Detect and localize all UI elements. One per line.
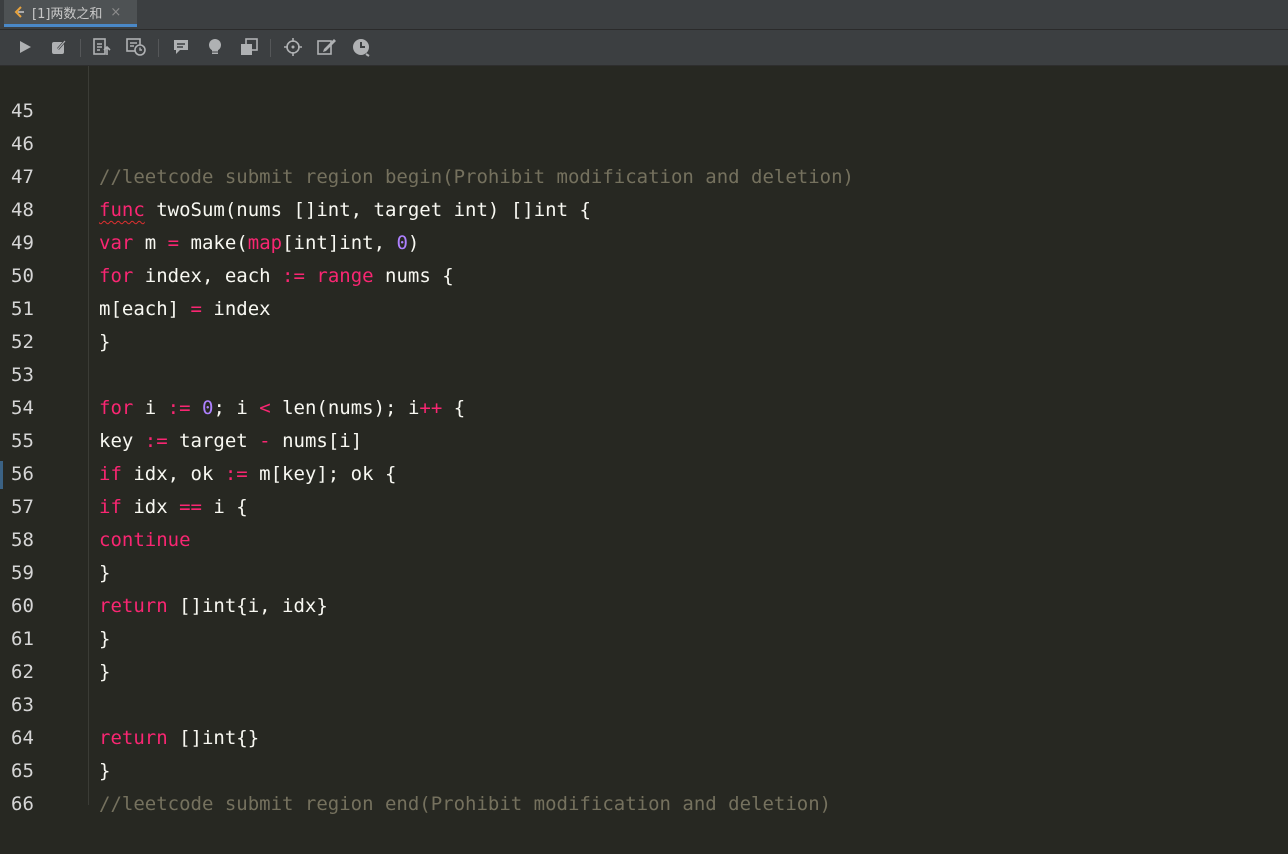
code-line: 61 } [0, 590, 1288, 683]
solution-icon[interactable] [238, 37, 260, 57]
note-icon[interactable] [316, 37, 338, 57]
code-line: 63 return []int{} [0, 656, 1288, 749]
tab-title: [1]两数之和 [32, 6, 103, 22]
toolbar [0, 30, 1288, 66]
code-line: 55 if idx, ok := m[key]; ok { [0, 392, 1288, 485]
code-line: 60 } [0, 557, 1288, 650]
code-line: 52 [0, 293, 1288, 353]
code-editor[interactable]: 45 46 //leetcode submit region begin(Pro… [0, 66, 1288, 815]
comment-icon[interactable] [170, 37, 192, 57]
leetcode-file-icon [12, 5, 26, 19]
toolbar-separator [80, 39, 81, 57]
code-line: 54 key := target - nums[i] [0, 359, 1288, 452]
code-line: 49 for index, each := range nums { [0, 194, 1288, 287]
code-line: 46 //leetcode submit region begin(Prohib… [0, 95, 1288, 188]
code-line: 53 for i := 0; i < len(nums); i++ { [0, 326, 1288, 419]
code-line: 51 } [0, 260, 1288, 353]
code-line: 58 } [0, 491, 1288, 584]
code-line: 50 m[each] = index [0, 227, 1288, 320]
close-icon[interactable]: × [110, 5, 121, 20]
edit-icon[interactable] [48, 37, 70, 57]
timer-icon[interactable] [350, 37, 372, 57]
editor-tab-bar: [1]两数之和 × [0, 0, 1288, 30]
tab-two-sum[interactable]: [1]两数之和 × [4, 0, 137, 27]
toolbar-separator [158, 39, 159, 57]
code-line: 65 //leetcode submit region end(Prohibit… [0, 722, 1288, 815]
code-line: 62 [0, 623, 1288, 683]
code-comment: //leetcode submit region end(Prohibit mo… [99, 793, 832, 815]
code-line: 59 return []int{i, idx} [0, 524, 1288, 617]
run-icon[interactable] [14, 37, 36, 57]
submit-icon[interactable] [91, 37, 113, 57]
test-cases-icon[interactable] [125, 37, 147, 57]
toolbar-separator [270, 39, 271, 57]
code-line: 64 } [0, 689, 1288, 782]
code-line: 48 var m = make(map[int]int, 0) [0, 161, 1288, 254]
code-line: 47 func twoSum(nums []int, target int) [… [0, 128, 1288, 221]
code-line: 56 if idx == i { [0, 425, 1288, 518]
locate-icon[interactable] [282, 37, 304, 57]
code-line: 57 continue [0, 458, 1288, 551]
hint-icon[interactable] [204, 37, 226, 57]
code-line: 66 [0, 755, 1288, 815]
code-line: 45 [0, 62, 1288, 122]
